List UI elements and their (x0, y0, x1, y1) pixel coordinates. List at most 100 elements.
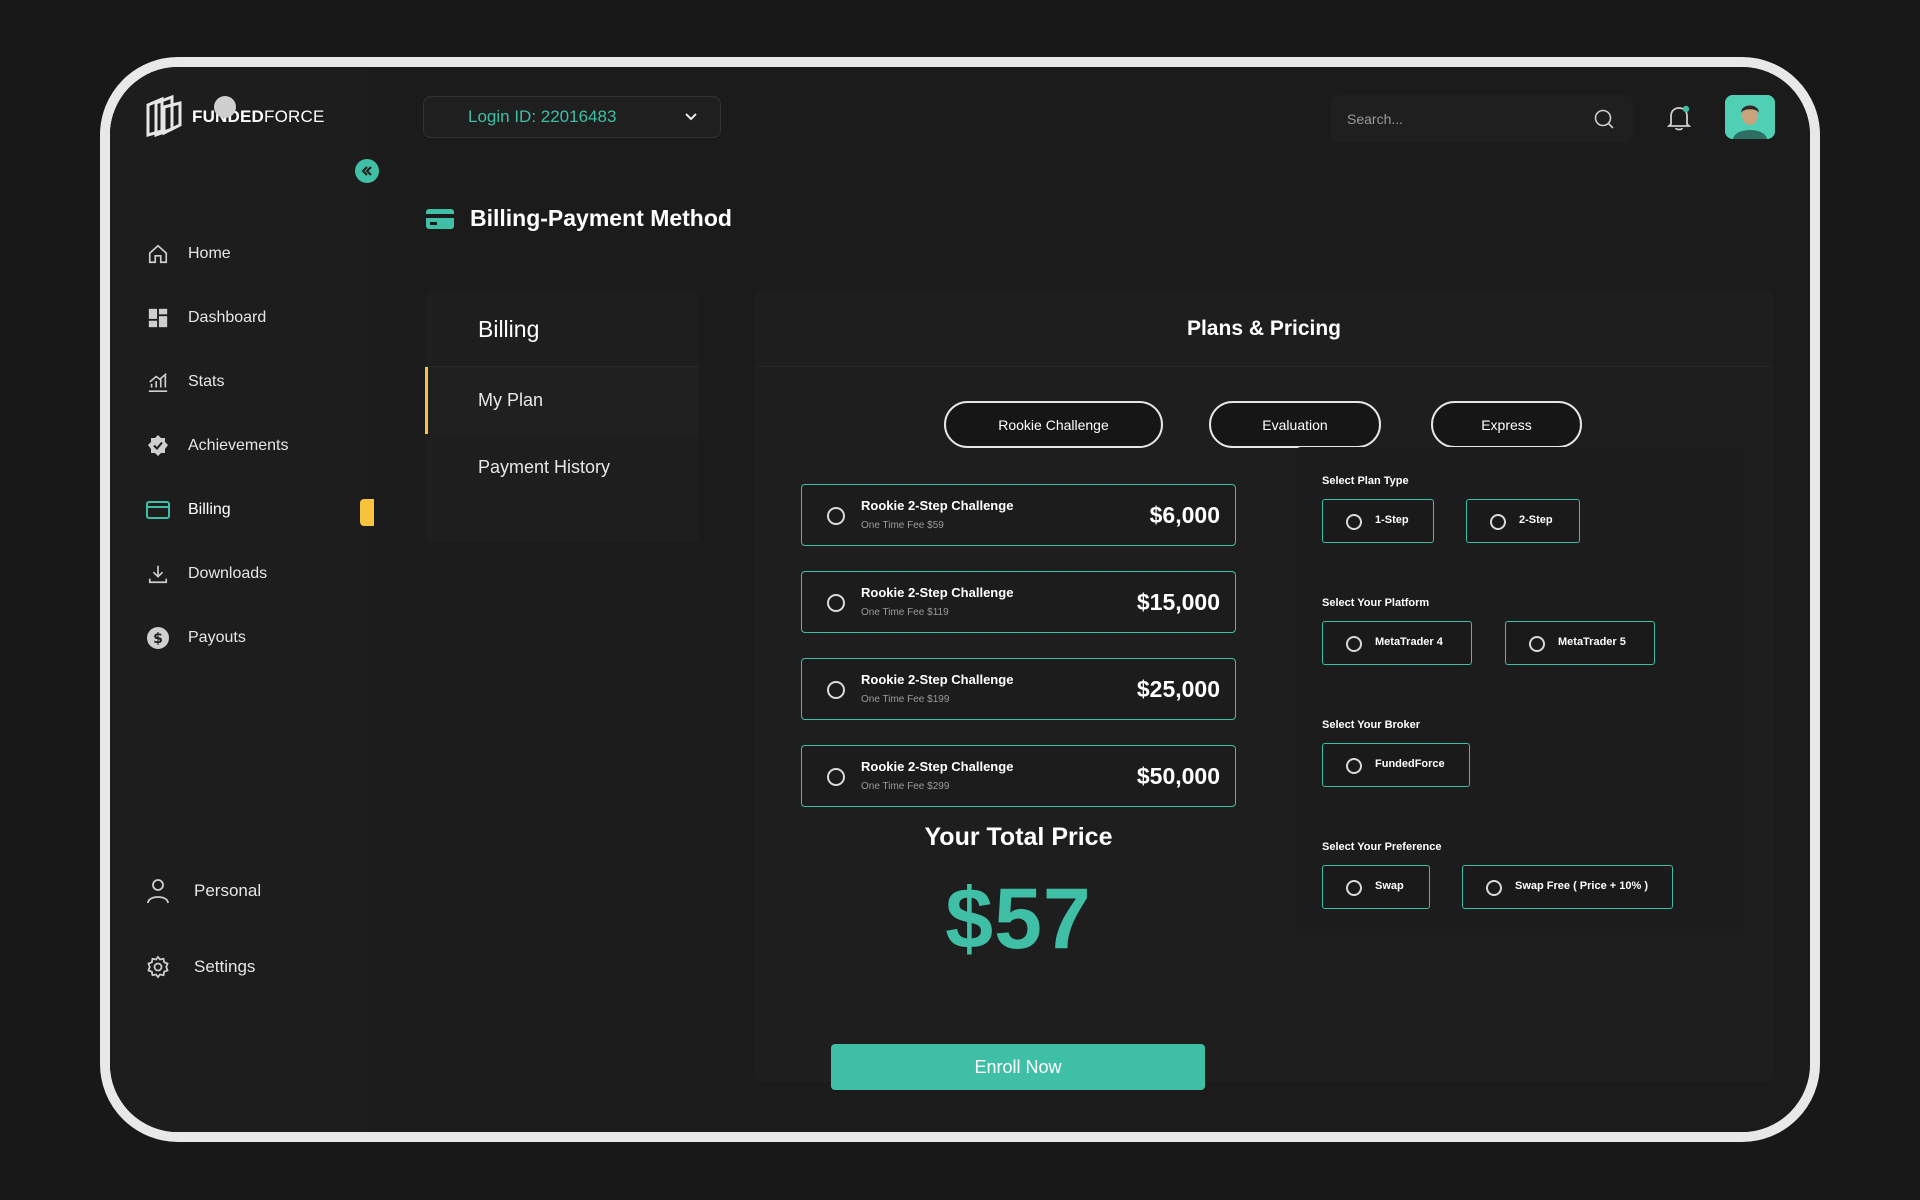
sidebar-item-stats[interactable]: Stats (146, 350, 368, 414)
sidebar-bottom-nav: Personal Settings (146, 853, 368, 1005)
preference-option[interactable]: Swap Free ( Price + 10% ) (1462, 865, 1673, 909)
platform-option[interactable]: MetaTrader 5 (1505, 621, 1655, 665)
broker-option[interactable]: FundedForce (1322, 743, 1470, 787)
sidebar-item-downloads[interactable]: Downloads (146, 542, 368, 606)
notification-bell-icon[interactable] (1666, 104, 1692, 132)
plans-pricing-card: Plans & Pricing Rookie Challenge Evaluat… (755, 292, 1773, 1090)
radio-button[interactable] (1346, 758, 1362, 774)
sidebar-item-dashboard[interactable]: Dashboard (146, 286, 368, 350)
chevron-down-icon (685, 113, 697, 121)
login-id-select[interactable]: Login ID: 22016483 (423, 96, 721, 138)
search-input[interactable] (1347, 111, 1577, 127)
chip-label: Swap (1375, 880, 1404, 892)
total-price-label: Your Total Price (924, 823, 1113, 851)
sidebar-item-label: Personal (194, 881, 262, 900)
radio-button[interactable] (1529, 636, 1545, 652)
plan-fee: One Time Fee $119 (861, 607, 949, 618)
user-icon (146, 879, 170, 904)
achievements-icon (146, 434, 170, 458)
plan-price: $50,000 (1136, 763, 1220, 789)
plan-option[interactable]: Rookie 2-Step Challenge One Time Fee $11… (801, 571, 1236, 633)
device-frame: FUNDEDFORCE Home Dashboard Stats (100, 57, 1820, 1142)
sidebar-item-label: Settings (194, 957, 256, 976)
radio-button[interactable] (827, 681, 845, 699)
sidebar-item-label: Home (188, 245, 231, 262)
collapse-sidebar-button[interactable] (355, 159, 379, 183)
plan-fee: One Time Fee $59 (861, 520, 944, 531)
avatar[interactable] (1725, 95, 1775, 139)
radio-button[interactable] (1486, 880, 1502, 896)
sidebar: FUNDEDFORCE Home Dashboard Stats (110, 67, 374, 1132)
sidebar-nav: Home Dashboard Stats Achievements Billin… (146, 222, 374, 670)
broker-label: Select Your Broker (1322, 719, 1421, 731)
plan-name: Rookie 2-Step Challenge (861, 585, 1014, 600)
enroll-now-button[interactable]: Enroll Now (831, 1044, 1205, 1090)
stats-icon (146, 370, 170, 394)
plan-option[interactable]: Rookie 2-Step Challenge One Time Fee $29… (801, 745, 1236, 807)
sidebar-item-achievements[interactable]: Achievements (146, 414, 368, 478)
home-icon (146, 242, 170, 266)
search-box (1331, 95, 1633, 143)
logo-dot (214, 96, 236, 118)
radio-button[interactable] (1346, 880, 1362, 896)
billing-menu: Billing My Plan Payment History (425, 292, 699, 542)
radio-button[interactable] (1490, 514, 1506, 530)
sidebar-item-label: Downloads (188, 565, 268, 582)
search-icon[interactable] (1593, 108, 1615, 130)
platform-label: Select Your Platform (1322, 597, 1430, 609)
billing-menu-title: Billing (425, 292, 699, 367)
radio-button[interactable] (827, 768, 845, 786)
sidebar-item-billing[interactable]: Billing (146, 478, 374, 542)
plan-options-panel: Select Plan Type 1-Step 2-Step Select Yo… (1295, 447, 1745, 935)
svg-text:$: $ (153, 631, 163, 647)
preference-option[interactable]: Swap (1322, 865, 1430, 909)
plan-type-option[interactable]: 2-Step (1466, 499, 1580, 543)
plan-name: Rookie 2-Step Challenge (861, 498, 1014, 513)
plan-type-label: Select Plan Type (1322, 475, 1409, 487)
logo-text: FUNDEDFORCE (192, 107, 325, 126)
radio-button[interactable] (827, 507, 845, 525)
chip-label: MetaTrader 5 (1558, 636, 1626, 648)
plan-fee: One Time Fee $299 (861, 781, 950, 792)
active-indicator (360, 499, 374, 526)
sidebar-item-label: Stats (188, 373, 225, 390)
login-id-value: Login ID: 22016483 (468, 107, 617, 126)
chip-label: Swap Free ( Price + 10% ) (1515, 880, 1648, 892)
dashboard-icon (146, 306, 170, 330)
plan-price: $15,000 (1136, 589, 1220, 615)
gear-icon (146, 955, 170, 979)
plans-title: Plans & Pricing (755, 292, 1773, 367)
plan-fee: One Time Fee $199 (861, 694, 950, 705)
sidebar-item-home[interactable]: Home (146, 222, 368, 286)
chip-label: 1-Step (1375, 514, 1409, 526)
radio-button[interactable] (1346, 514, 1362, 530)
sidebar-item-label: Billing (188, 501, 231, 518)
sidebar-item-label: Payouts (188, 629, 246, 646)
tab-rookie-challenge[interactable]: Rookie Challenge (944, 401, 1163, 448)
sidebar-item-payouts[interactable]: $ Payouts (146, 606, 368, 670)
preference-label: Select Your Preference (1322, 841, 1442, 853)
tab-evaluation[interactable]: Evaluation (1209, 401, 1381, 448)
chip-label: FundedForce (1375, 758, 1445, 770)
sidebar-item-label: Achievements (188, 437, 289, 454)
plan-type-option[interactable]: 1-Step (1322, 499, 1434, 543)
billing-menu-payment-history[interactable]: Payment History (425, 434, 699, 501)
page-title: Billing-Payment Method (426, 205, 732, 232)
tab-express[interactable]: Express (1431, 401, 1582, 448)
plan-option[interactable]: Rookie 2-Step Challenge One Time Fee $59… (801, 484, 1236, 546)
sidebar-item-personal[interactable]: Personal (146, 853, 368, 929)
page-title-text: Billing-Payment Method (470, 205, 732, 231)
logo-mark-icon (146, 95, 182, 138)
plan-option[interactable]: Rookie 2-Step Challenge One Time Fee $19… (801, 658, 1236, 720)
platform-option[interactable]: MetaTrader 4 (1322, 621, 1472, 665)
billing-menu-my-plan[interactable]: My Plan (425, 367, 699, 434)
billing-icon (146, 498, 170, 522)
radio-button[interactable] (1346, 636, 1362, 652)
radio-button[interactable] (827, 594, 845, 612)
dollar-icon: $ (146, 626, 170, 650)
app-screen: FUNDEDFORCE Home Dashboard Stats (110, 67, 1810, 1132)
plan-price: $6,000 (1149, 502, 1220, 528)
plan-name: Rookie 2-Step Challenge (861, 759, 1014, 774)
sidebar-item-settings[interactable]: Settings (146, 929, 368, 1005)
download-icon (146, 562, 170, 586)
